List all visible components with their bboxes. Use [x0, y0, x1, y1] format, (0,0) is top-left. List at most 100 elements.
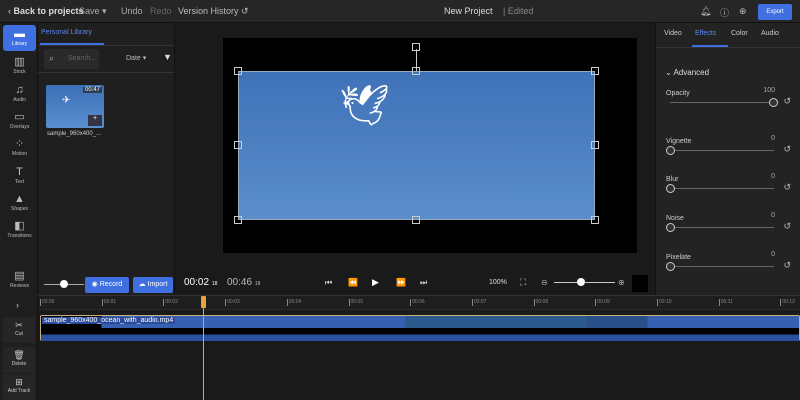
version-history-button[interactable]: Version History ↺: [178, 6, 249, 17]
timeline-tick: 00:06: [410, 299, 425, 306]
bell-icon[interactable]: 🔔︎: [700, 6, 711, 17]
play-icon[interactable]: ▶: [372, 277, 379, 288]
advanced-section-toggle[interactable]: ⌄ Advanced: [665, 68, 709, 77]
folder-icon: ▬: [14, 28, 25, 40]
search-input[interactable]: ⌕ Search...: [44, 49, 99, 69]
timeline-tick: 00:11: [718, 299, 733, 306]
video-clip[interactable]: sample_960x400_ocean_with_audio.mp4: [40, 315, 800, 341]
zoom-in-icon[interactable]: ⊕: [618, 278, 625, 287]
shapes-icon: ▲: [14, 193, 25, 205]
current-time: 00:02 18: [184, 277, 218, 288]
trash-icon: 🗑︎: [13, 350, 25, 360]
zoom-level[interactable]: 100%: [489, 279, 507, 286]
timeline-tick: 00:09: [595, 299, 610, 306]
import-button[interactable]: ☁ Import: [133, 277, 173, 293]
playhead[interactable]: [203, 306, 204, 400]
video-frame[interactable]: 🕊︎: [238, 71, 595, 220]
reset-icon[interactable]: ↺: [783, 260, 791, 271]
sort-dropdown[interactable]: Date ▾: [126, 54, 146, 62]
resize-handle[interactable]: [412, 67, 420, 75]
resize-handle[interactable]: [412, 216, 420, 224]
edit-status: | Edited: [503, 6, 534, 16]
media-name: sample_960x400_...: [47, 131, 102, 137]
pixelate-slider[interactable]: Pixelate 0 ↺: [666, 251, 791, 271]
skip-end-icon[interactable]: ⏭: [420, 278, 427, 288]
media-thumbnail[interactable]: ✈ 00:47 +: [46, 85, 104, 128]
resize-handle[interactable]: [591, 67, 599, 75]
skip-start-icon[interactable]: ⏮: [325, 278, 332, 288]
resize-handle[interactable]: [234, 216, 242, 224]
help-icon[interactable]: ⓘ: [720, 6, 729, 19]
timeline-zoom-knob[interactable]: [577, 278, 585, 286]
timeline-tick: 00:12: [780, 299, 795, 306]
sidebar-item-reviews[interactable]: ▤ Reviews: [3, 267, 36, 293]
back-button[interactable]: ‹ Back to projects: [8, 6, 84, 16]
sidebar-item-transitions[interactable]: ◧ Transitions: [3, 217, 36, 243]
timeline-tick: 00:05: [348, 299, 364, 306]
sidebar-item-text[interactable]: T Text: [3, 163, 36, 189]
add-to-timeline-button[interactable]: +: [88, 115, 102, 126]
audio-waveform: [41, 328, 799, 341]
tab-personal-library[interactable]: Personal Library: [41, 29, 92, 36]
timeline-tick: 00:03: [225, 299, 240, 306]
tab-audio[interactable]: Audio: [761, 30, 779, 37]
sidebar-item-overlays[interactable]: ▭ Overlays: [3, 108, 36, 134]
reviews-icon: ▤: [14, 270, 25, 282]
reset-icon[interactable]: ↺: [783, 221, 791, 232]
blur-slider[interactable]: Blur 0 ↺: [666, 173, 791, 193]
filter-icon[interactable]: ▼: [163, 52, 172, 62]
sidebar-item-shapes[interactable]: ▲ Shapes: [3, 190, 36, 216]
sidebar-item-audio[interactable]: ♫ Audio: [3, 81, 36, 107]
fullscreen-icon[interactable]: ⛶: [520, 277, 526, 288]
timeline-tick: 00:07: [471, 299, 487, 306]
opacity-slider[interactable]: Opacity 100 ↺: [666, 87, 791, 107]
preview-area: 🕊︎ 00:02 18 00:46 18 ⏮ ⏪ ▶ ⏩ ⏭ 100% ⛶ ⊖ …: [175, 23, 655, 295]
sidebar-item-library[interactable]: ▬ Library: [3, 25, 36, 51]
timeline-ruler[interactable]: 00:00 00:01 00:02 00:03 00:04 00:05 00:06 00:07…: [38, 295, 800, 310]
delete-button[interactable]: 🗑︎ Delete: [3, 347, 35, 373]
record-button[interactable]: ◉ Record: [85, 277, 129, 293]
panel-toggle[interactable]: [632, 275, 648, 292]
noise-slider[interactable]: Noise 0 ↺: [666, 212, 791, 232]
save-button[interactable]: Save ▾: [79, 6, 107, 17]
timeline-tick: 00:04: [286, 299, 302, 306]
zoom-out-icon[interactable]: ⊖: [541, 278, 548, 287]
timeline-tick: 00:10: [657, 299, 672, 306]
bird-image: 🕊︎: [339, 84, 390, 128]
export-button[interactable]: Export: [758, 4, 792, 20]
vignette-slider[interactable]: Vignette 0 ↺: [666, 135, 791, 155]
sidebar-item-stock[interactable]: ▥ Stock: [3, 53, 36, 79]
resize-handle[interactable]: [591, 141, 599, 149]
expand-icon[interactable]: ›: [16, 300, 19, 310]
stock-icon: ▥: [14, 56, 25, 68]
rewind-icon[interactable]: ⏪: [348, 278, 358, 287]
add-track-button[interactable]: ⊞ Add Track: [3, 374, 35, 400]
text-icon: T: [16, 166, 23, 178]
globe-icon[interactable]: ⊕: [739, 6, 747, 17]
add-track-icon: ⊞: [15, 377, 23, 387]
redo-button[interactable]: Redo: [150, 6, 172, 16]
reset-icon[interactable]: ↺: [783, 182, 791, 193]
timeline-tools: › ✂ Cut 🗑︎ Delete ⊞ Add Track: [0, 295, 38, 400]
library-panel: Personal Library ⌕ Search... Date ▾ ▼ ✈ …: [38, 23, 175, 295]
timeline-tick: 00:01: [101, 299, 117, 306]
timeline-tick: 00:00: [40, 299, 55, 306]
resize-handle[interactable]: [234, 141, 242, 149]
resize-handle[interactable]: [591, 216, 599, 224]
size-slider-knob[interactable]: [60, 280, 68, 288]
search-icon: ⌕: [49, 53, 55, 63]
motion-icon: ⁘: [14, 138, 25, 150]
tab-effects[interactable]: Effects: [695, 30, 716, 37]
fast-forward-icon[interactable]: ⏩: [396, 278, 406, 287]
reset-icon[interactable]: ↺: [783, 144, 791, 155]
tab-color[interactable]: Color: [731, 30, 748, 37]
cut-button[interactable]: ✂ Cut: [3, 317, 35, 343]
tab-video[interactable]: Video: [664, 30, 682, 37]
timeline-tick: 00:02: [163, 299, 178, 306]
resize-handle[interactable]: [234, 67, 242, 75]
rotate-handle[interactable]: [412, 43, 420, 51]
project-name[interactable]: New Project: [444, 6, 493, 16]
undo-button[interactable]: Undo: [121, 6, 143, 16]
reset-icon[interactable]: ↺: [783, 96, 791, 107]
sidebar-item-motion[interactable]: ⁘ Motion: [3, 135, 36, 161]
